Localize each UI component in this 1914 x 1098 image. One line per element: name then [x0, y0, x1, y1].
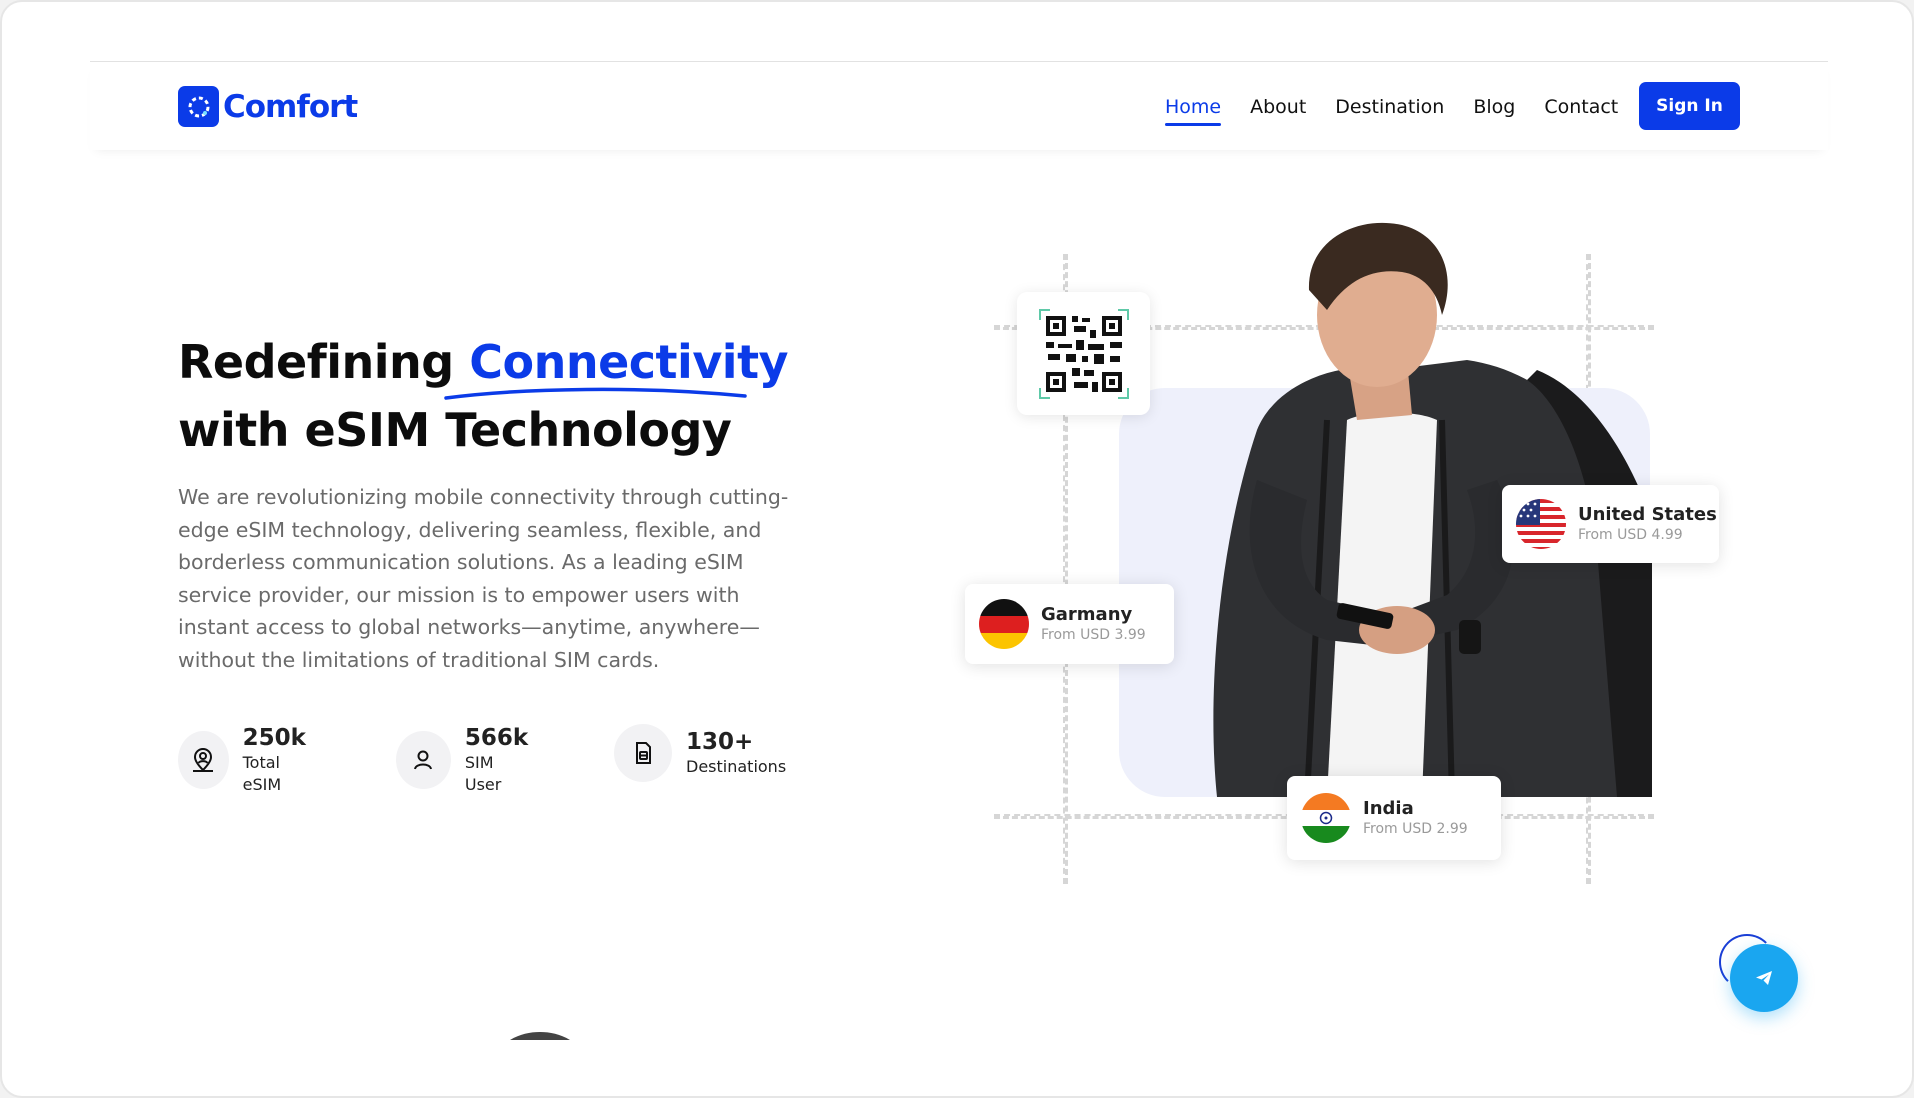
chat-button[interactable] [1730, 944, 1798, 1012]
sign-in-button[interactable]: Sign In [1639, 82, 1740, 130]
brand-name: Comfort [223, 88, 358, 125]
stat-destinations: 130+ Destinations [614, 724, 786, 782]
nav-about[interactable]: About [1250, 96, 1306, 118]
destination-name: Garmany [1041, 604, 1133, 625]
hero-description: We are revolutionizing mobile connectivi… [178, 485, 789, 672]
destination-name: United States [1578, 504, 1717, 525]
brand-logo[interactable]: Comfort [178, 86, 358, 127]
stat-total-esim: 250k Total eSIM [178, 724, 313, 796]
sim-card-icon [614, 724, 672, 782]
map-pin-user-icon [178, 731, 229, 789]
headline-pre: Redefining [178, 335, 470, 389]
nav-home[interactable]: Home [1165, 96, 1222, 126]
nav-blog[interactable]: Blog [1473, 96, 1515, 118]
telegram-send-icon [1756, 971, 1772, 985]
headline-underline-decoration [444, 387, 747, 400]
stat-label: Destinations [686, 757, 787, 776]
stat-label: SIM User [464, 753, 502, 794]
nav-destination[interactable]: Destination [1335, 96, 1444, 118]
destination-price: From USD 2.99 [1363, 821, 1468, 837]
headline-accent: Connectivity [469, 335, 789, 389]
site-header: Comfort Home About Destination Blog Cont… [90, 61, 1828, 150]
qr-code-icon [1038, 308, 1129, 399]
comfort-logo-icon [178, 86, 219, 127]
destination-card-germany[interactable]: Garmany From USD 3.99 [965, 584, 1174, 664]
stat-value: 250k [242, 725, 306, 751]
nav-contact[interactable]: Contact [1544, 96, 1618, 118]
germany-flag-icon [979, 599, 1029, 649]
stat-label: Total eSIM [242, 753, 282, 794]
stat-value: 130+ [686, 729, 754, 755]
destination-price: From USD 4.99 [1578, 527, 1683, 543]
destination-card-india[interactable]: India From USD 2.99 [1287, 776, 1501, 860]
destination-name: India [1363, 798, 1414, 819]
india-flag-icon [1301, 793, 1351, 843]
browser-frame: Comfort Home About Destination Blog Cont… [0, 0, 1914, 1098]
stat-value: 566k [464, 725, 529, 751]
headline-post: with eSIM Technology [178, 403, 732, 457]
user-icon [396, 731, 451, 789]
qr-code-card [1017, 292, 1150, 415]
us-flag-icon [1516, 499, 1566, 549]
main-nav: Home About Destination Blog Contact [1165, 62, 1647, 151]
partial-image-peek [510, 1032, 570, 1040]
stat-sim-user: 566k SIM User [396, 724, 531, 796]
destination-card-us[interactable]: United States From USD 4.99 [1502, 485, 1719, 563]
destination-price: From USD 3.99 [1041, 627, 1146, 643]
